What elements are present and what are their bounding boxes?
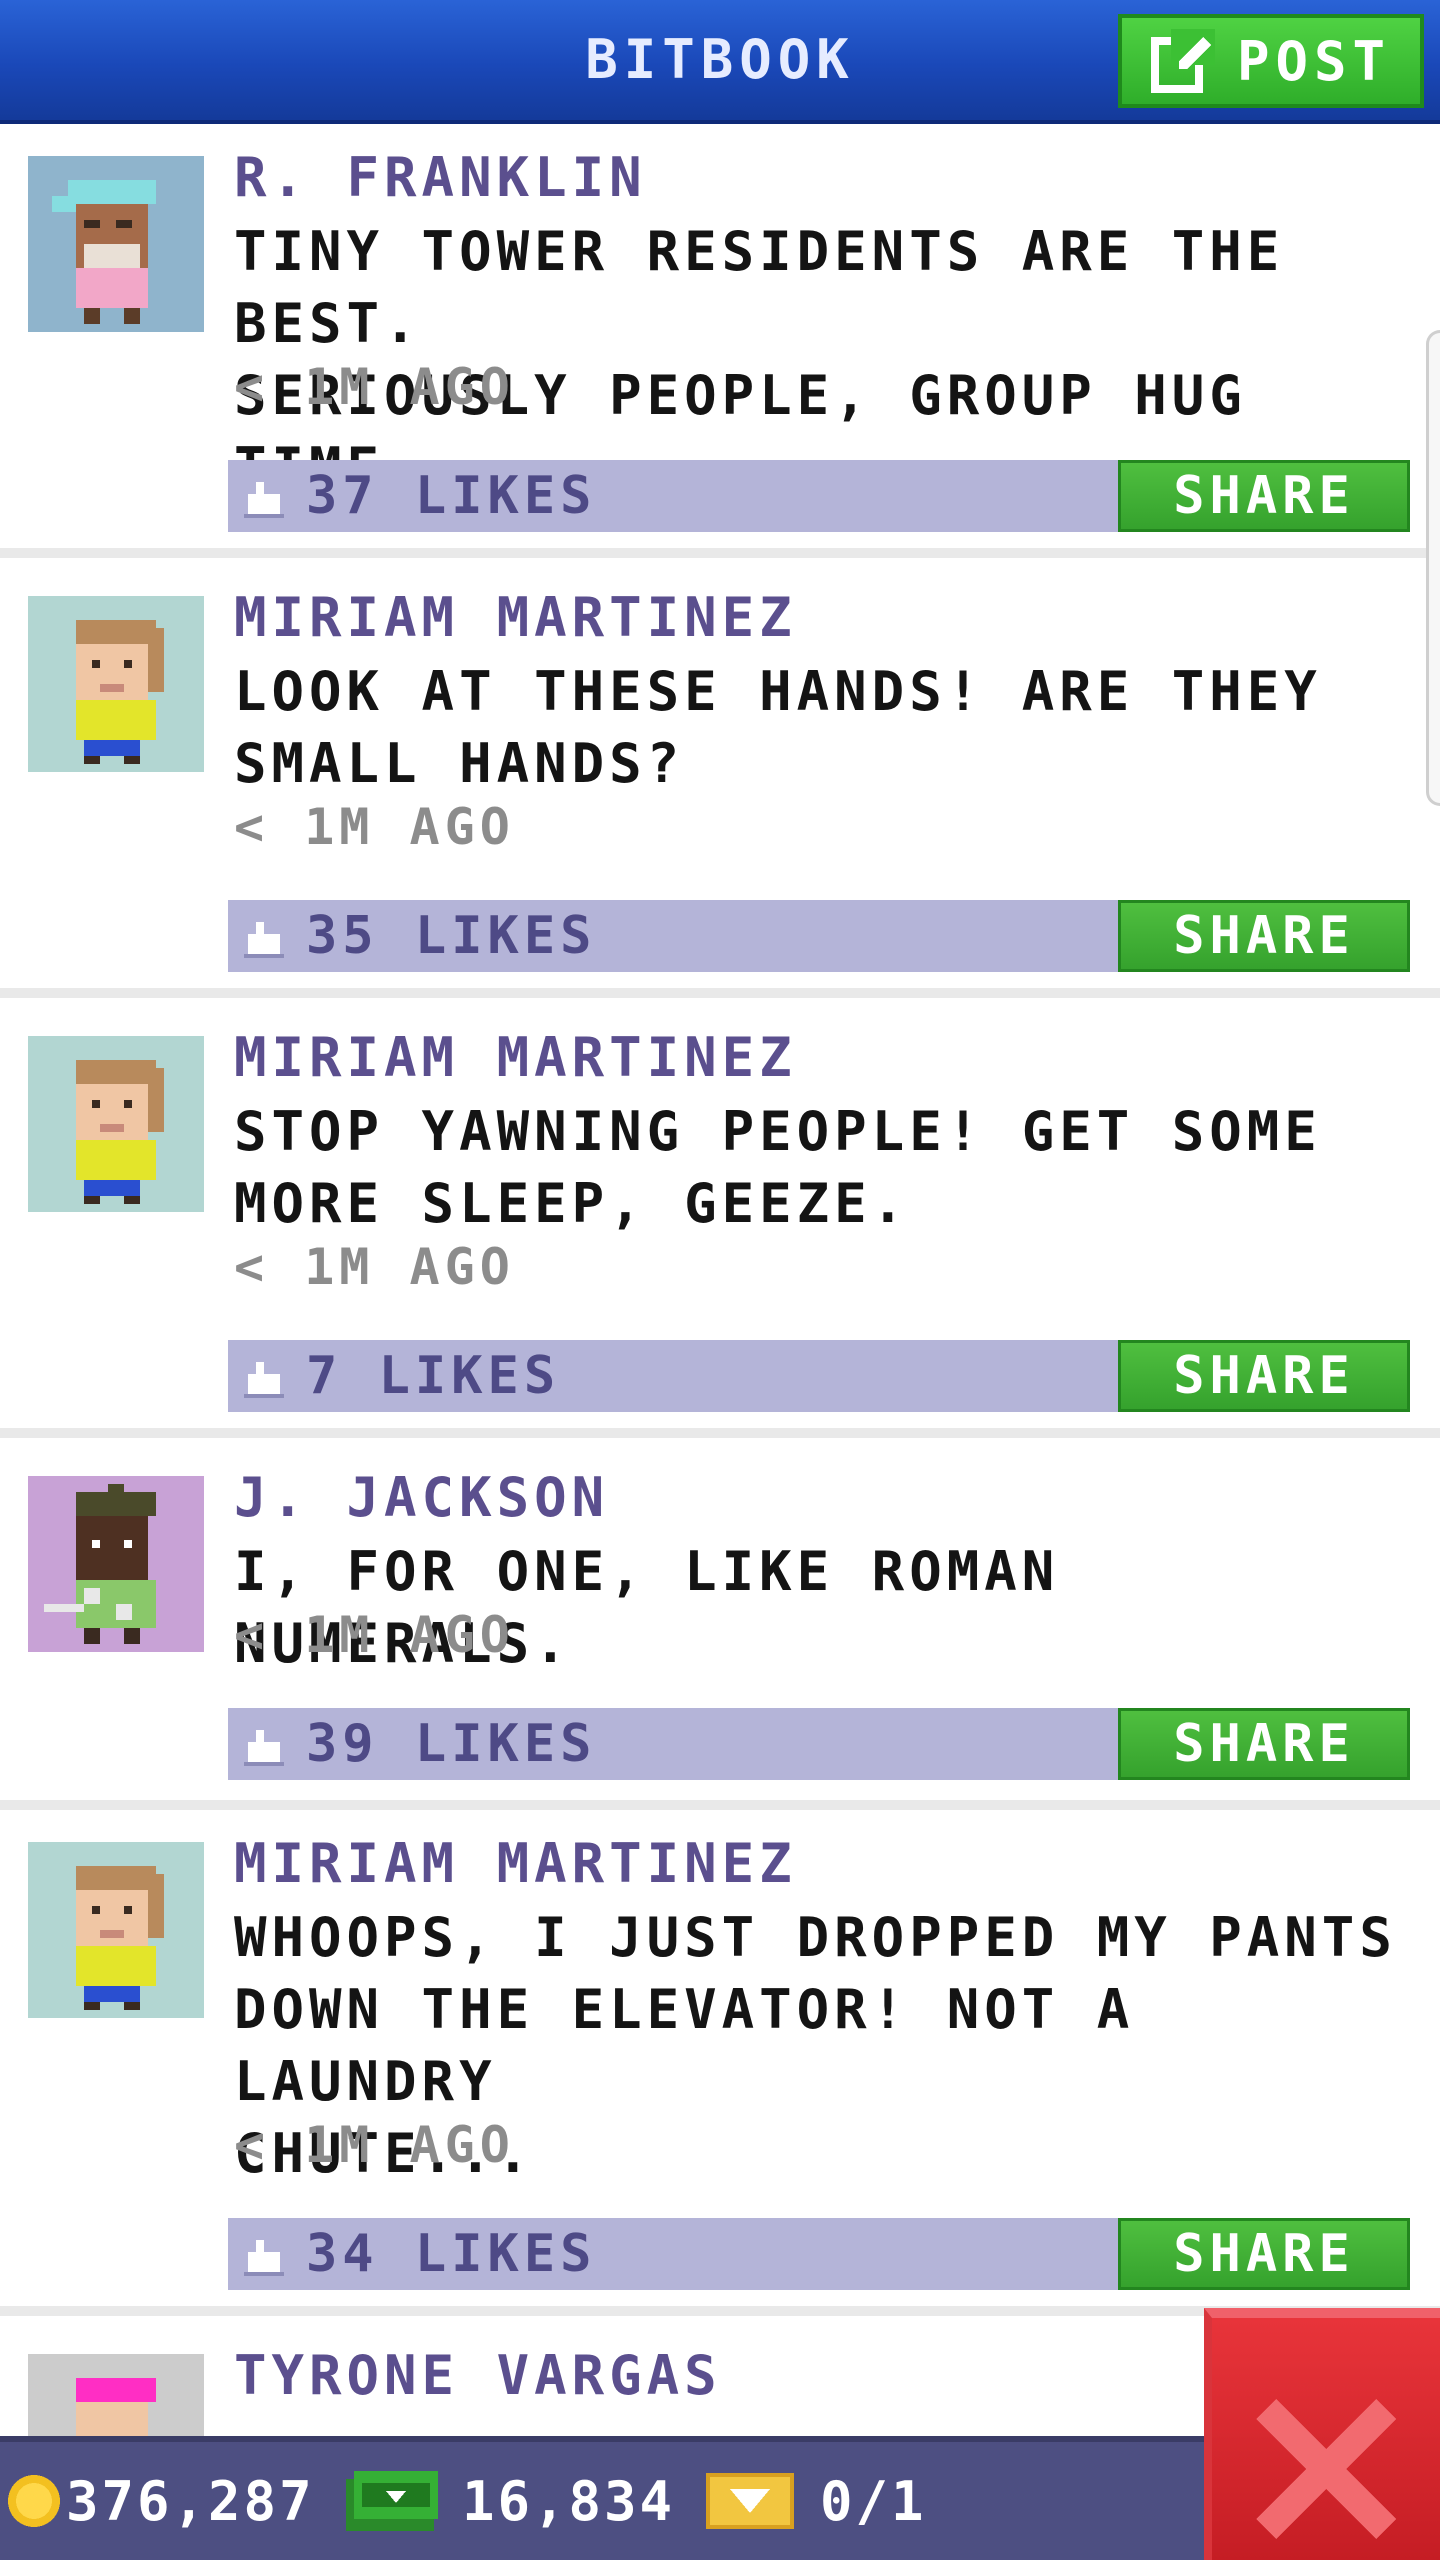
coin-icon <box>8 2475 60 2527</box>
post-message-line: LOOK AT THESE HANDS! ARE THEY <box>234 660 1322 723</box>
top-bar: BITBOOK POST <box>0 0 1440 124</box>
post-message: LOOK AT THESE HANDS! ARE THEY SMALL HAND… <box>234 656 1424 800</box>
feed-post: MIRIAM MARTINEZ WHOOPS, I JUST DROPPED M… <box>0 1810 1440 2316</box>
like-count: 7 LIKES <box>306 1346 561 1406</box>
scrollbar[interactable] <box>1426 330 1440 806</box>
share-button[interactable]: SHARE <box>1118 460 1410 532</box>
feed-post: R. FRANKLIN TINY TOWER RESIDENTS ARE THE… <box>0 124 1440 558</box>
share-button[interactable]: SHARE <box>1118 1340 1410 1412</box>
avatar <box>28 1842 204 2018</box>
vip-ticket-icon <box>706 2473 794 2529</box>
feed-post: MIRIAM MARTINEZ LOOK AT THESE HANDS! ARE… <box>0 564 1440 998</box>
post-button-label: POST <box>1236 29 1392 93</box>
like-bar: 39 LIKES SHARE <box>228 1708 1410 1780</box>
tickets-value: 0/1 <box>820 2469 927 2533</box>
like-count: 39 LIKES <box>306 1714 597 1774</box>
thumbs-up-icon[interactable] <box>244 1362 284 1398</box>
feed-post: J. JACKSON I, FOR ONE, LIKE ROMAN NUMERA… <box>0 1444 1440 1810</box>
post-message-line: TINY TOWER RESIDENTS ARE THE BEST. <box>234 220 1285 355</box>
share-button[interactable]: SHARE <box>1118 900 1410 972</box>
bux-value: 16,834 <box>462 2469 676 2533</box>
like-count: 35 LIKES <box>306 906 597 966</box>
avatar <box>28 596 204 772</box>
divider <box>0 548 1440 558</box>
thumbs-up-icon[interactable] <box>244 922 284 958</box>
post-time: < 1M AGO <box>234 1238 515 1296</box>
coins-counter: 376,287 <box>6 2442 315 2560</box>
post-time: < 1M AGO <box>234 2116 515 2174</box>
post-message-line: MORE SLEEP, GEEZE. <box>234 1172 910 1235</box>
post-message-line: STOP YAWNING PEOPLE! GET SOME <box>234 1100 1322 1163</box>
like-count: 34 LIKES <box>306 2224 597 2284</box>
feed-post: MIRIAM MARTINEZ STOP YAWNING PEOPLE! GET… <box>0 1004 1440 1438</box>
like-bar: 34 LIKES SHARE <box>228 2218 1410 2290</box>
like-bar: 37 LIKES SHARE <box>228 460 1410 532</box>
post-message-line: SMALL HANDS? <box>234 732 685 795</box>
poster-name[interactable]: J. JACKSON <box>234 1466 609 1529</box>
avatar <box>28 1476 204 1652</box>
divider <box>0 1428 1440 1438</box>
thumbs-up-icon[interactable] <box>244 1730 284 1766</box>
bux-icon <box>346 2471 438 2531</box>
post-time: < 1M AGO <box>234 358 515 416</box>
poster-name[interactable]: R. FRANKLIN <box>234 146 647 209</box>
poster-name[interactable]: MIRIAM MARTINEZ <box>234 586 797 649</box>
post-message-line: DOWN THE ELEVATOR! NOT A LAUNDRY <box>234 1978 1135 2113</box>
bux-counter: 16,834 <box>346 2442 675 2560</box>
avatar <box>28 156 204 332</box>
tickets-counter: 0/1 <box>706 2442 927 2560</box>
post-time: < 1M AGO <box>234 798 515 856</box>
post-message-line: WHOOPS, I JUST DROPPED MY PANTS <box>234 1906 1397 1969</box>
share-button[interactable]: SHARE <box>1118 1708 1410 1780</box>
poster-name[interactable]: MIRIAM MARTINEZ <box>234 1026 797 1089</box>
thumbs-up-icon[interactable] <box>244 2240 284 2276</box>
like-bar: 7 LIKES SHARE <box>228 1340 1410 1412</box>
like-bar: 35 LIKES SHARE <box>228 900 1410 972</box>
poster-name[interactable]: MIRIAM MARTINEZ <box>234 1832 797 1895</box>
coins-value: 376,287 <box>66 2469 315 2533</box>
close-button[interactable] <box>1204 2308 1440 2560</box>
post-button[interactable]: POST <box>1118 14 1424 108</box>
post-message: STOP YAWNING PEOPLE! GET SOME MORE SLEEP… <box>234 1096 1424 1240</box>
share-button[interactable]: SHARE <box>1118 2218 1410 2290</box>
divider <box>0 1800 1440 1810</box>
like-count: 37 LIKES <box>306 466 597 526</box>
close-icon <box>1256 2399 1396 2539</box>
avatar <box>28 1036 204 1212</box>
divider <box>0 988 1440 998</box>
post-time: < 1M AGO <box>234 1606 515 1664</box>
edit-icon <box>1150 29 1215 93</box>
thumbs-up-icon[interactable] <box>244 482 284 518</box>
poster-name[interactable]: TYRONE VARGAS <box>234 2344 722 2407</box>
